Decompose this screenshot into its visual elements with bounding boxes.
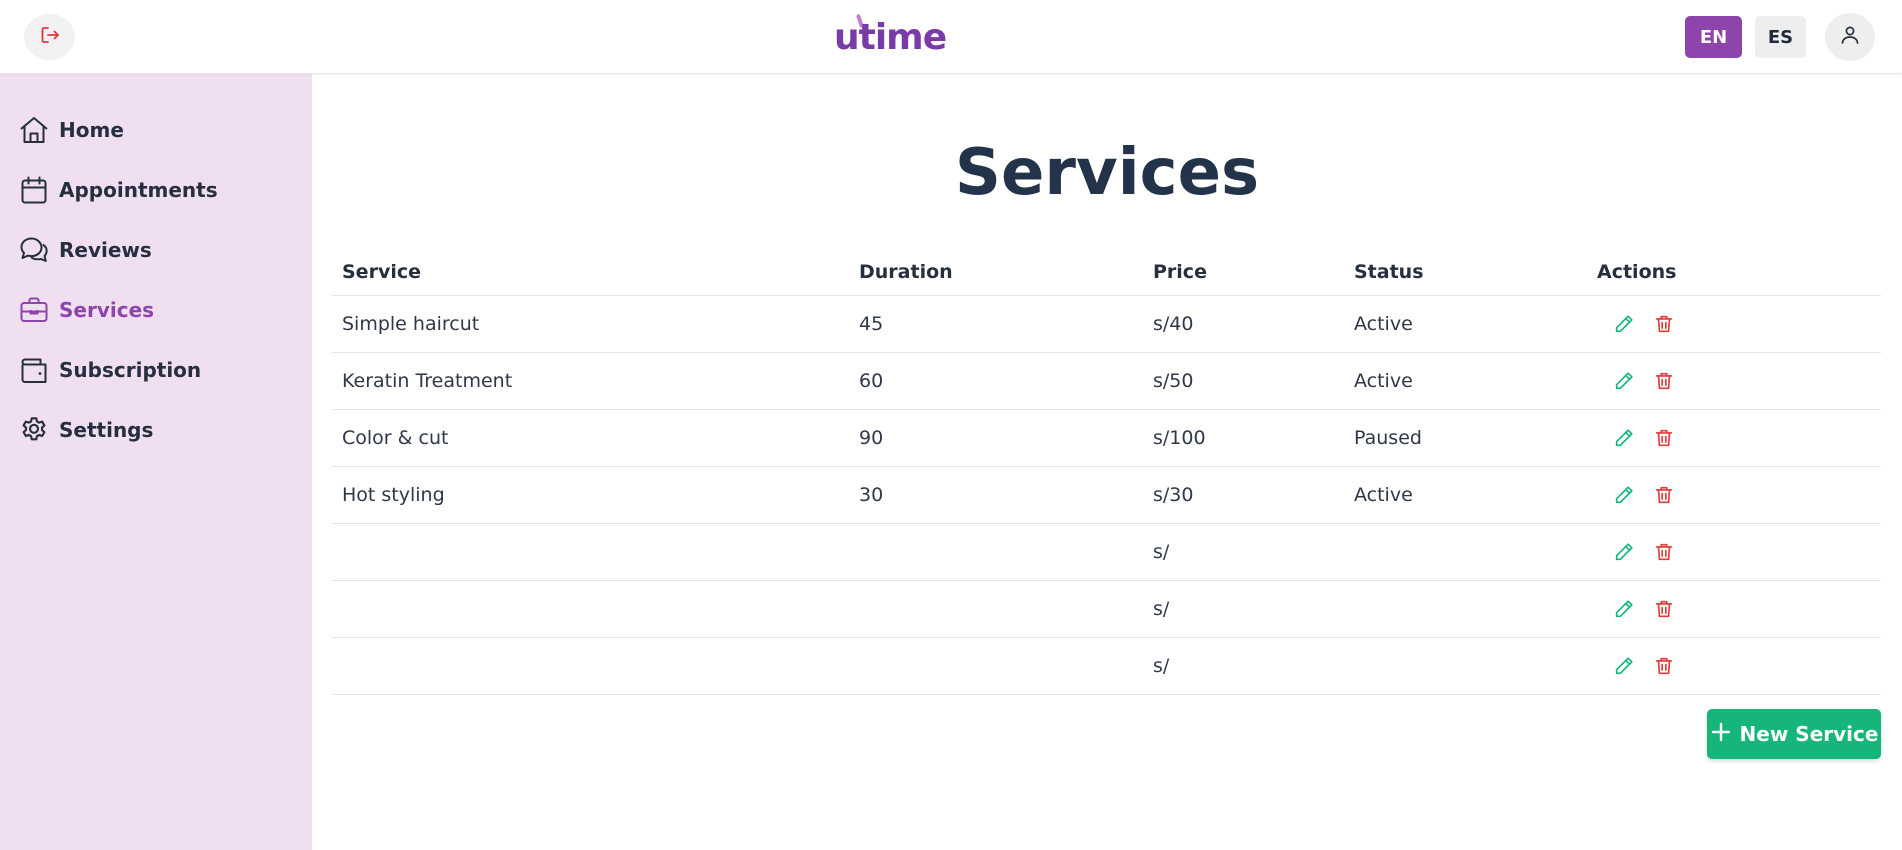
plus-icon bbox=[1710, 721, 1732, 748]
table-row: Simple haircut 45 s/40 Active bbox=[332, 295, 1881, 353]
table-header-row: Service Duration Price Status Actions bbox=[332, 250, 1881, 296]
cell-status: Active bbox=[1344, 352, 1587, 410]
sidebar-item-appointments[interactable]: Appointments bbox=[18, 170, 218, 210]
sidebar-item-services[interactable]: Services bbox=[18, 290, 154, 330]
table-row: s/ bbox=[332, 580, 1881, 638]
cell-price: s/50 bbox=[1143, 352, 1344, 410]
table-row: s/ bbox=[332, 637, 1881, 695]
cell-status: Active bbox=[1344, 466, 1587, 524]
cell-status bbox=[1344, 523, 1587, 581]
cell-actions bbox=[1587, 352, 1881, 410]
cell-price: s/ bbox=[1143, 580, 1344, 638]
sidebar-item-label: Services bbox=[59, 298, 155, 322]
gear-icon bbox=[18, 414, 50, 446]
column-header-service: Service bbox=[332, 250, 849, 296]
delete-icon[interactable] bbox=[1651, 482, 1677, 508]
cell-duration: 90 bbox=[849, 409, 1143, 467]
cell-price: s/30 bbox=[1143, 466, 1344, 524]
logo-text: utime bbox=[834, 17, 947, 58]
column-header-price: Price bbox=[1143, 250, 1344, 296]
sidebar-item-label: Home bbox=[59, 118, 124, 142]
sidebar: Home Appointments Reviews Services Subsc… bbox=[0, 74, 312, 850]
column-header-actions: Actions bbox=[1587, 250, 1881, 296]
cell-price: s/100 bbox=[1143, 409, 1344, 467]
cell-service bbox=[332, 580, 849, 638]
sidebar-item-reviews[interactable]: Reviews bbox=[18, 230, 152, 270]
cell-duration bbox=[849, 523, 1143, 581]
cell-status: Paused bbox=[1344, 409, 1587, 467]
edit-icon[interactable] bbox=[1611, 596, 1637, 622]
table-row: s/ bbox=[332, 523, 1881, 581]
cell-price: s/ bbox=[1143, 637, 1344, 695]
table-row: Hot styling 30 s/30 Active bbox=[332, 466, 1881, 524]
cell-duration: 60 bbox=[849, 352, 1143, 410]
user-profile-button[interactable] bbox=[1825, 13, 1875, 61]
sidebar-item-label: Settings bbox=[59, 418, 154, 442]
delete-icon[interactable] bbox=[1651, 368, 1677, 394]
user-icon bbox=[1838, 23, 1862, 51]
sidebar-item-label: Subscription bbox=[59, 358, 202, 382]
table-row: Keratin Treatment 60 s/50 Active bbox=[332, 352, 1881, 410]
edit-icon[interactable] bbox=[1611, 539, 1637, 565]
table-body: Simple haircut 45 s/40 Active Keratin Treatm… bbox=[332, 295, 1881, 695]
cell-price: s/40 bbox=[1143, 295, 1344, 353]
table-row: Color & cut 90 s/100 Paused bbox=[332, 409, 1881, 467]
cell-actions bbox=[1587, 409, 1881, 467]
cell-actions bbox=[1587, 466, 1881, 524]
chat-bubbles-icon bbox=[18, 234, 50, 266]
edit-icon[interactable] bbox=[1611, 368, 1637, 394]
app-logo: utime bbox=[834, 12, 947, 58]
logout-button[interactable] bbox=[24, 14, 75, 60]
cell-service: Color & cut bbox=[332, 409, 849, 467]
sidebar-item-subscription[interactable]: Subscription bbox=[18, 350, 201, 390]
column-header-status: Status bbox=[1344, 250, 1587, 296]
cell-service bbox=[332, 523, 849, 581]
cell-status bbox=[1344, 637, 1587, 695]
cell-status: Active bbox=[1344, 295, 1587, 353]
cell-duration bbox=[849, 637, 1143, 695]
services-table: Service Duration Price Status Actions Si… bbox=[332, 250, 1881, 695]
page-title: Services bbox=[954, 136, 1260, 210]
delete-icon[interactable] bbox=[1651, 425, 1677, 451]
edit-icon[interactable] bbox=[1611, 482, 1637, 508]
cell-service: Keratin Treatment bbox=[332, 352, 849, 410]
home-icon bbox=[18, 114, 50, 146]
delete-icon[interactable] bbox=[1651, 539, 1677, 565]
language-en-button[interactable]: EN bbox=[1685, 16, 1742, 58]
edit-icon[interactable] bbox=[1611, 311, 1637, 337]
cell-actions bbox=[1587, 295, 1881, 353]
language-es-button[interactable]: ES bbox=[1755, 16, 1806, 58]
sidebar-item-label: Appointments bbox=[59, 178, 218, 202]
delete-icon[interactable] bbox=[1651, 311, 1677, 337]
cell-actions bbox=[1587, 637, 1881, 695]
briefcase-icon bbox=[18, 294, 50, 326]
cell-service bbox=[332, 637, 849, 695]
cell-actions bbox=[1587, 523, 1881, 581]
wallet-icon bbox=[18, 354, 50, 386]
cell-duration bbox=[849, 580, 1143, 638]
new-service-label: New Service bbox=[1739, 722, 1879, 746]
cell-duration: 30 bbox=[849, 466, 1143, 524]
top-header: utime EN ES bbox=[0, 0, 1902, 74]
cell-service: Simple haircut bbox=[332, 295, 849, 353]
cell-service: Hot styling bbox=[332, 466, 849, 524]
cell-duration: 45 bbox=[849, 295, 1143, 353]
edit-icon[interactable] bbox=[1611, 653, 1637, 679]
column-header-duration: Duration bbox=[849, 250, 1143, 296]
cell-actions bbox=[1587, 580, 1881, 638]
delete-icon[interactable] bbox=[1651, 653, 1677, 679]
sidebar-item-settings[interactable]: Settings bbox=[18, 410, 153, 450]
edit-icon[interactable] bbox=[1611, 425, 1637, 451]
cell-status bbox=[1344, 580, 1587, 638]
sidebar-item-label: Reviews bbox=[59, 238, 152, 262]
calendar-icon bbox=[18, 174, 50, 206]
cell-price: s/ bbox=[1143, 523, 1344, 581]
logout-icon bbox=[38, 23, 62, 51]
sidebar-item-home[interactable]: Home bbox=[18, 110, 124, 150]
delete-icon[interactable] bbox=[1651, 596, 1677, 622]
new-service-button[interactable]: New Service bbox=[1707, 709, 1881, 759]
